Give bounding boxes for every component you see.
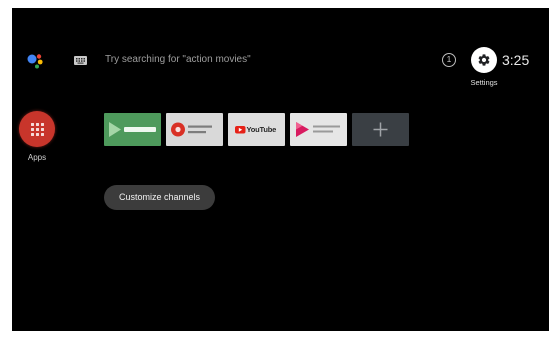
- tv-home-screen: Try searching for "action movies" 1 Sett…: [12, 8, 549, 331]
- apps-label: Apps: [27, 153, 47, 162]
- play-triangle-icon: [109, 122, 121, 137]
- assistant-blue-dot: [27, 54, 37, 64]
- red-circle-app-banner: [171, 122, 212, 137]
- keyboard-body: [74, 56, 87, 65]
- apps-grid-icon: [30, 122, 44, 136]
- logo-center-dot: [175, 126, 181, 133]
- app-tile-1[interactable]: [104, 113, 161, 146]
- settings-label: Settings: [470, 78, 498, 87]
- google-assistant-icon[interactable]: [27, 53, 44, 69]
- assistant-green-dot: [35, 64, 39, 69]
- search-hint: Try searching for "action movies": [105, 54, 251, 65]
- assistant-yellow-dot: [37, 59, 43, 65]
- logo-lettering-line-2: [313, 130, 333, 133]
- logo-lettering-line-1: [188, 125, 212, 128]
- app-tile-2[interactable]: [166, 113, 223, 146]
- green-play-app-banner: [109, 122, 156, 137]
- clock: 3:25: [502, 52, 530, 68]
- logo-lettering: [124, 127, 156, 132]
- customize-channels-button[interactable]: Customize channels: [104, 185, 215, 210]
- notifications-icon[interactable]: 1: [442, 53, 456, 67]
- plus-icon: [373, 122, 388, 137]
- settings-button[interactable]: [471, 47, 497, 73]
- apps-button[interactable]: [19, 111, 55, 147]
- assistant-red-dot: [36, 54, 42, 59]
- logo-lettering-line-2: [188, 131, 206, 134]
- add-app-tile[interactable]: [352, 113, 409, 146]
- gear-icon: [478, 54, 490, 66]
- youtube-wordmark: YouTube: [246, 124, 277, 134]
- app-tile-4[interactable]: [290, 113, 347, 146]
- app-tile-youtube[interactable]: YouTube: [228, 113, 285, 146]
- pink-play-app-banner: [296, 122, 340, 137]
- logo-lettering-line-1: [313, 125, 340, 128]
- notification-count: 1: [446, 54, 452, 64]
- favorite-apps-row: YouTube: [104, 113, 410, 146]
- keyboard-icon[interactable]: [74, 56, 87, 65]
